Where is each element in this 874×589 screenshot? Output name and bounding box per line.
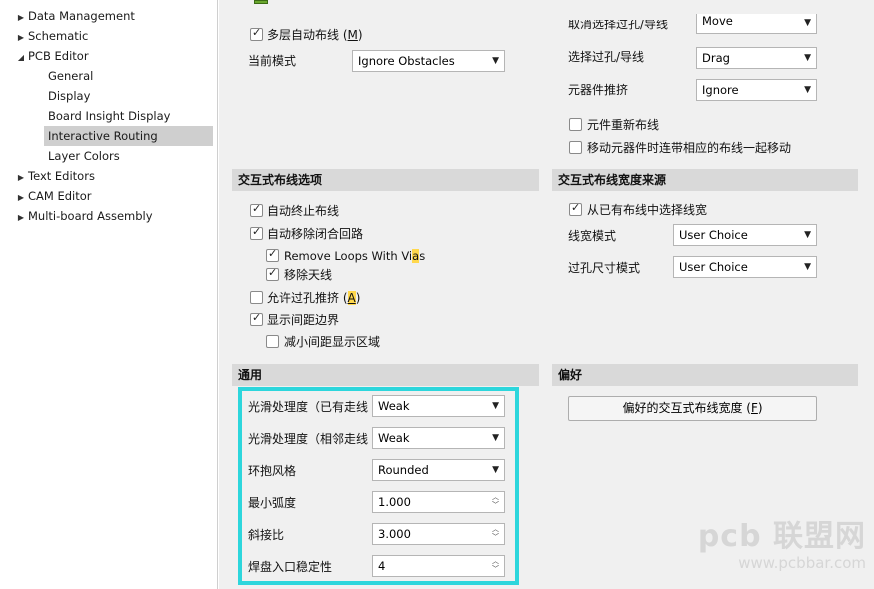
allow-via-push-label: 允许过孔推挤 (A) [267,291,361,305]
width-mode-label: 线宽模式 [568,229,617,243]
options-tree: ▶ Data Management ▶ Schematic ◢ PCB Editor … [0,0,218,589]
preferences-header: 偏好 [552,364,858,386]
watermark-title: pcb 联盟网 [697,519,866,554]
watermark-url: www.pcbbar.com [738,554,866,572]
tree-item-display[interactable]: Display [48,86,90,106]
tree-item-interactive-routing[interactable]: Interactive Routing [44,126,213,146]
remove-antenna-checkbox[interactable] [266,266,279,281]
preferred-widths-button[interactable]: 偏好的交互式布线宽度 (F) [568,396,817,421]
auto-remove-loops-label: 自动移除闭合回路 [267,227,364,241]
tree-item-general[interactable]: General [48,66,93,86]
pick-existing-width-checkbox[interactable] [569,201,582,216]
show-clearance-label: 显示间距边界 [267,313,340,327]
width-mode-dropdown[interactable]: User Choice ▼ [673,224,817,246]
general-header: 通用 [232,364,539,386]
chevron-down-icon: ▼ [804,262,811,272]
remove-loops-with-vias-label: Remove Loops With Vias [284,249,426,263]
expand-arrow-icon[interactable]: ▶ [14,208,28,228]
auto-remove-loops-checkbox[interactable] [250,225,263,240]
highlight-frame [238,387,519,585]
tree-item-label: Schematic [28,29,89,43]
watermark-logo: pcb 联盟网 www.pcbbar.com [697,519,866,573]
chevron-down-icon: ▼ [804,53,811,63]
tree-item-label: CAM Editor [28,189,92,203]
select-via-track-label: 选择过孔/导线 [568,50,645,64]
tree-item-label: Text Editors [28,169,95,183]
select-via-track-dropdown[interactable]: Drag ▼ [696,47,817,69]
tree-item-multi-board-assembly[interactable]: ▶ Multi-board Assembly [14,206,153,226]
auto-terminate-checkbox[interactable] [250,202,263,217]
reduce-clearance-label: 减小间距显示区域 [284,335,381,349]
routing-options-header: 交互式布线选项 [232,169,539,191]
cancel-via-track-dropdown[interactable]: Move ▼ [696,14,817,34]
current-mode-dropdown[interactable]: Ignore Obstacles ▼ [352,50,505,72]
tree-item-label: Layer Colors [48,149,120,163]
via-size-mode-dropdown[interactable]: User Choice ▼ [673,256,817,278]
tree-item-label: General [48,69,94,83]
allow-via-push-checkbox[interactable] [250,291,263,304]
width-source-header: 交互式布线宽度来源 [552,169,858,191]
tree-item-cam-editor[interactable]: ▶ CAM Editor [14,186,92,206]
multilayer-autoroute-label: 多层自动布线 (M) [267,28,363,42]
tree-item-label: Multi-board Assembly [28,209,153,223]
multilayer-autoroute-checkbox[interactable] [250,26,263,41]
tree-item-label: Interactive Routing [48,129,158,143]
expand-arrow-icon[interactable]: ▶ [14,28,28,48]
remove-loops-with-vias-checkbox[interactable] [266,247,279,262]
expand-arrow-icon[interactable]: ▶ [14,8,28,28]
tree-item-layer-colors[interactable]: Layer Colors [48,146,120,166]
tree-item-schematic[interactable]: ▶ Schematic [14,26,88,46]
chevron-down-icon: ▼ [492,56,499,66]
tree-item-label: Board Insight Display [48,109,171,123]
via-size-mode-label: 过孔尺寸模式 [568,261,641,275]
tree-item-pcb-editor[interactable]: ◢ PCB Editor [14,46,89,66]
reduce-clearance-checkbox[interactable] [266,335,279,348]
tree-item-label: Display [48,89,91,103]
tree-item-data-management[interactable]: ▶ Data Management [14,6,135,26]
expand-arrow-icon[interactable]: ▶ [14,188,28,208]
tree-item-label: Data Management [28,9,135,23]
move-with-tracks-label: 移动元器件时连带相应的布线一起移动 [587,141,792,155]
expand-arrow-icon[interactable]: ▶ [14,168,28,188]
component-reroute-label: 元件重新布线 [587,118,660,132]
component-reroute-checkbox[interactable] [569,118,582,131]
tree-item-board-insight-display[interactable]: Board Insight Display [48,106,170,126]
move-with-tracks-checkbox[interactable] [569,141,582,154]
collapse-arrow-icon[interactable]: ◢ [14,48,28,68]
chevron-down-icon: ▼ [804,18,811,28]
remove-antenna-label: 移除天线 [284,268,333,282]
component-push-label: 元器件推挤 [568,83,629,97]
show-clearance-checkbox[interactable] [250,311,263,326]
tree-item-text-editors[interactable]: ▶ Text Editors [14,166,95,186]
current-mode-label: 当前模式 [248,54,297,68]
auto-terminate-label: 自动终止布线 [267,204,340,218]
chevron-down-icon: ▼ [804,85,811,95]
chevron-down-icon: ▼ [804,230,811,240]
pick-existing-width-label: 从已有布线中选择线宽 [587,203,708,217]
tree-item-label: PCB Editor [28,49,89,63]
layer-color-swatch-icon [254,0,268,4]
component-push-dropdown[interactable]: Ignore ▼ [696,79,817,101]
cancel-via-track-label: 取消选择过孔/导线 [568,20,669,31]
